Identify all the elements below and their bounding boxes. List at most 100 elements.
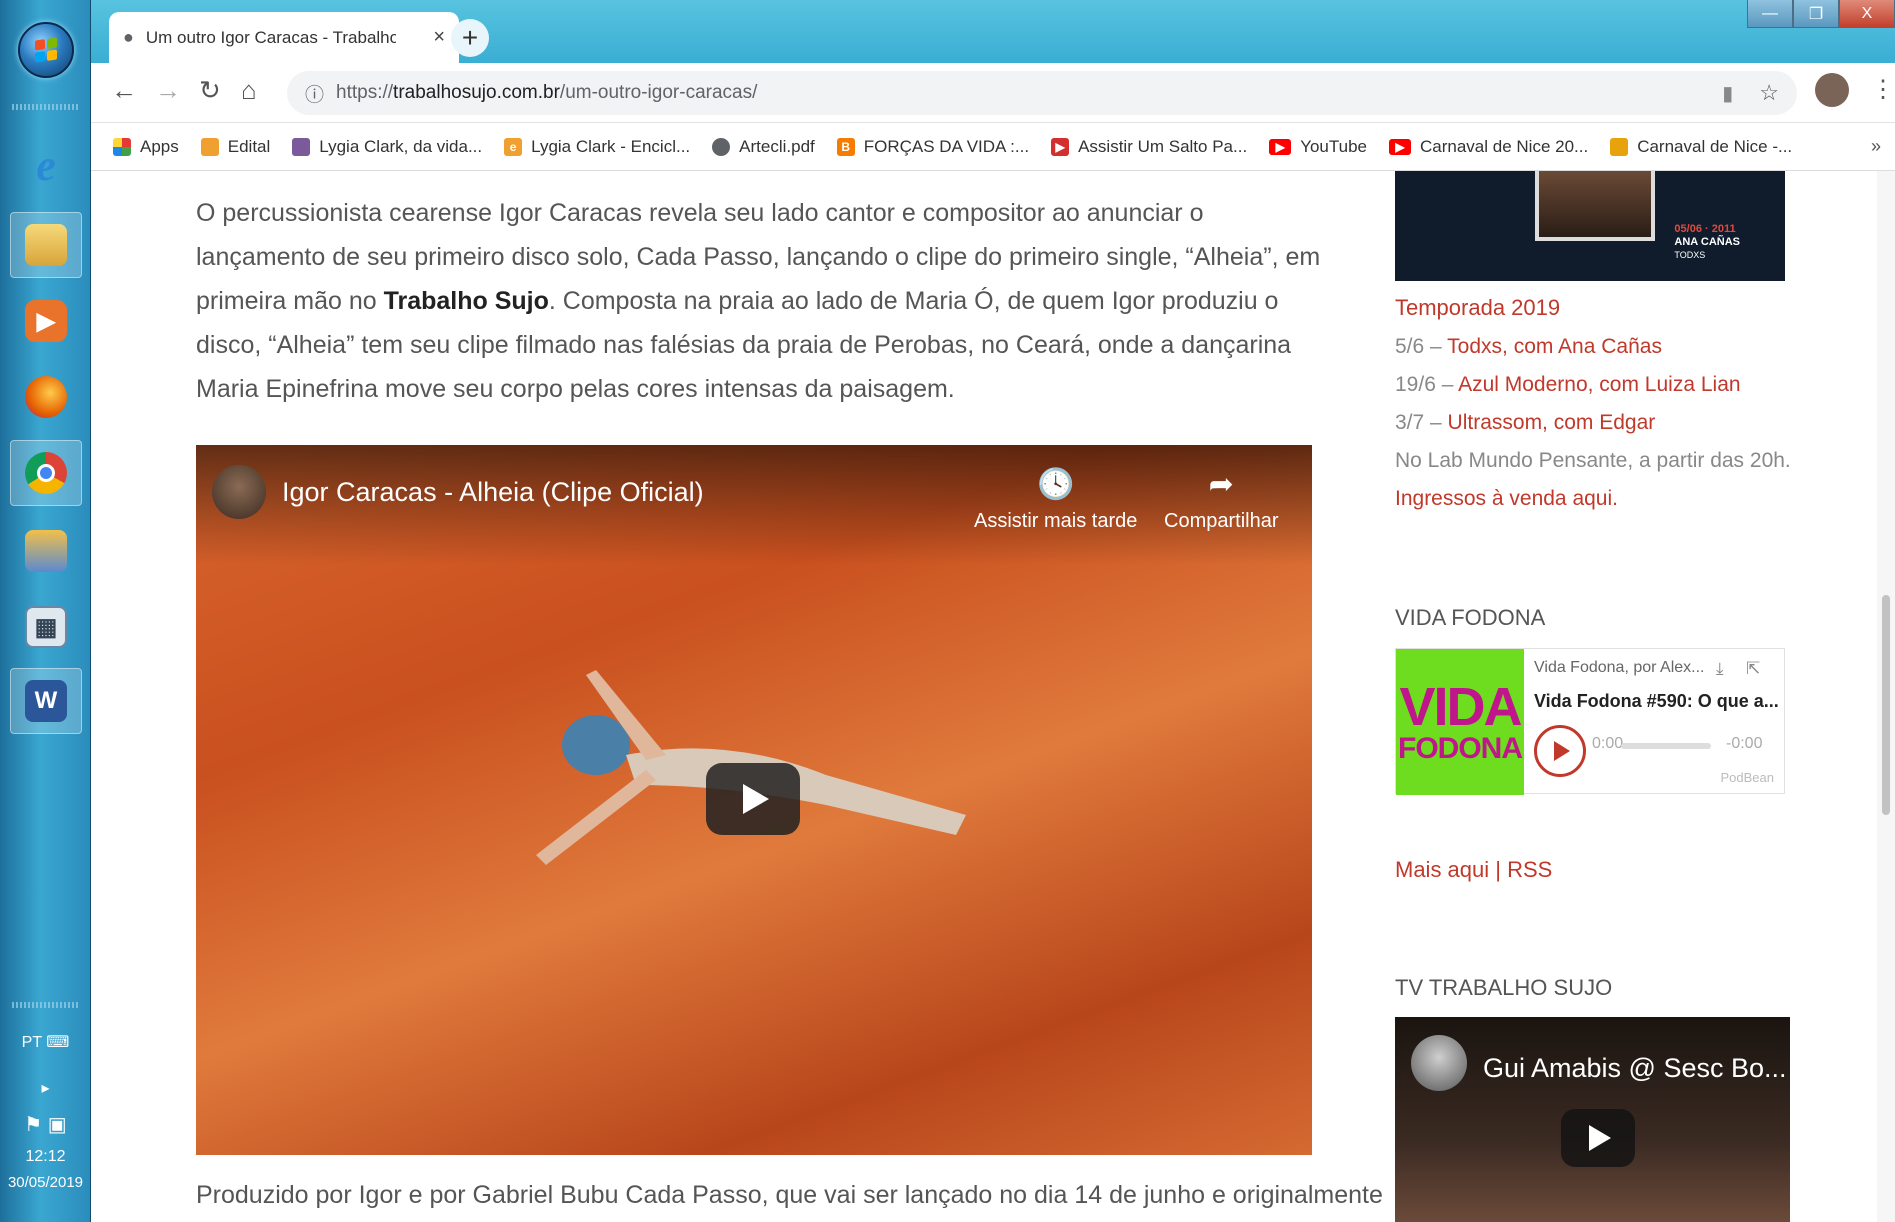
share-arrow-icon: ➦: [1208, 468, 1234, 501]
firefox-icon[interactable]: [10, 364, 82, 430]
podbean-brand[interactable]: PodBean: [1721, 770, 1775, 785]
carnival-icon: [1610, 137, 1629, 156]
podcast-show[interactable]: Vida Fodona, por Alex...: [1534, 659, 1704, 677]
youtube-icon: ▶: [1389, 138, 1411, 155]
channel-avatar[interactable]: [1411, 1035, 1467, 1091]
article-paragraph-2: Produzido por Igor e por Gabriel Bubu Ca…: [196, 1181, 1383, 1209]
clock-time[interactable]: 12:12: [0, 1148, 91, 1166]
minimize-button[interactable]: —: [1747, 0, 1793, 28]
tab-strip: ● Um outro Igor Caracas - Trabalho Sujo …: [91, 0, 1895, 63]
edital-icon: [200, 137, 219, 156]
watch-later-button[interactable]: 🕓 Assistir mais tarde: [974, 467, 1137, 533]
bookmark-item[interactable]: e Lygia Clark - Encicl...: [504, 137, 690, 157]
clock-date[interactable]: 30/05/2019: [0, 1174, 91, 1191]
start-button[interactable]: [18, 22, 74, 78]
back-icon[interactable]: ←: [111, 75, 137, 106]
close-tab-icon[interactable]: ×: [433, 26, 445, 49]
clock-icon: 🕓: [1037, 468, 1075, 501]
season-date: 3/7 –: [1395, 411, 1448, 434]
season-item: 5/6 – Todxs, com Ana Cañas: [1395, 335, 1662, 359]
article-body: O percussionista cearense Igor Caracas r…: [196, 191, 1326, 411]
share-icon[interactable]: ⇱: [1746, 659, 1760, 679]
forward-icon[interactable]: →: [155, 75, 181, 106]
season-link[interactable]: Azul Moderno, com Luiza Lian: [1458, 373, 1741, 396]
bookmark-item[interactable]: ▶ Assistir Um Salto Pa...: [1051, 137, 1247, 157]
season-note: No Lab Mundo Pensante, a partir das 20h.: [1395, 449, 1791, 472]
calculator-icon[interactable]: ▦: [10, 594, 82, 660]
youtube-embed[interactable]: Igor Caracas - Alheia (Clipe Oficial) 🕓 A…: [196, 445, 1312, 1155]
bookmark-label: Apps: [140, 136, 179, 156]
windows-logo-icon: [35, 37, 57, 63]
language-indicator[interactable]: PT ⌨: [0, 1032, 91, 1052]
poster-photo: [1535, 171, 1655, 241]
tv-video-title[interactable]: Gui Amabis @ Sesc Bo...: [1483, 1053, 1787, 1084]
play-button[interactable]: [706, 763, 800, 835]
bookmark-label: Lygia Clark, da vida...: [319, 136, 483, 156]
address-bar[interactable]: ⓘ https://trabalhosujo.com.br/um-outro-i…: [287, 71, 1797, 115]
season-title: Temporada 2019: [1395, 295, 1561, 320]
bookmark-item[interactable]: Carnaval de Nice -...: [1610, 137, 1792, 157]
bookmark-item[interactable]: Apps: [113, 137, 179, 157]
profile-avatar[interactable]: [1815, 73, 1849, 107]
time-end: -0:00: [1726, 735, 1763, 752]
file-explorer-icon[interactable]: [10, 212, 82, 278]
bookmark-item[interactable]: ▶ YouTube: [1269, 137, 1367, 157]
bookmark-label: Lygia Clark - Encicl...: [531, 136, 691, 156]
bookmark-item[interactable]: Lygia Clark, da vida...: [292, 137, 482, 157]
chrome-icon[interactable]: [10, 440, 82, 506]
more-rss-links[interactable]: Mais aqui | RSS: [1395, 857, 1552, 883]
browser-chrome: ● Um outro Igor Caracas - Trabalho Sujo …: [91, 0, 1895, 171]
browser-tab[interactable]: ● Um outro Igor Caracas - Trabalho Sujo …: [109, 12, 459, 63]
ie-icon[interactable]: e: [10, 132, 82, 198]
bookmark-item[interactable]: B FORÇAS DA VIDA :...: [836, 137, 1029, 157]
play-site-icon: ▶: [1051, 137, 1070, 156]
maximize-button[interactable]: ❐: [1793, 0, 1839, 28]
bookmark-item[interactable]: Edital: [200, 136, 271, 157]
logo-line1: VIDA: [1399, 677, 1522, 737]
season-date: 5/6 –: [1395, 335, 1448, 358]
media-player-icon[interactable]: ▶: [10, 288, 82, 354]
reload-icon[interactable]: ↻: [199, 75, 221, 106]
season-item: 3/7 – Ultrassom, com Edgar: [1395, 411, 1655, 435]
tv-heading: TV TRABALHO SUJO: [1395, 975, 1613, 1000]
podcast-logo[interactable]: VIDA FODONA: [1396, 649, 1524, 795]
bookmark-star-icon[interactable]: ☆: [1759, 80, 1779, 106]
window-controls: — ❐ X: [1747, 0, 1895, 34]
home-icon[interactable]: ⌂: [241, 75, 257, 106]
podcast-play-button[interactable]: [1534, 725, 1586, 777]
tickets-link[interactable]: Ingressos à venda aqui.: [1395, 487, 1618, 511]
download-icon[interactable]: ⤓: [1716, 659, 1724, 679]
show-hidden-icons[interactable]: ▸: [0, 1078, 91, 1098]
share-button[interactable]: ➦ Compartilhar: [1164, 467, 1278, 533]
bookmarks-overflow-icon[interactable]: »: [1871, 136, 1881, 157]
bookmark-label: Carnaval de Nice -...: [1637, 136, 1793, 156]
site-name-strong: Trabalho Sujo: [383, 287, 549, 315]
new-tab-button[interactable]: +: [451, 19, 489, 57]
podcast-episode[interactable]: Vida Fodona #590: O que a...: [1534, 691, 1779, 712]
globe-icon: ●: [123, 27, 134, 47]
event-poster[interactable]: 05/06 · 2011 ANA CAÑAS TODXS: [1395, 171, 1785, 281]
word-icon[interactable]: W: [10, 668, 82, 734]
tv-youtube-embed[interactable]: Gui Amabis @ Sesc Bo...: [1395, 1017, 1790, 1222]
bookmark-item[interactable]: Artecli.pdf: [712, 137, 815, 157]
season-link[interactable]: Todxs, com Ana Cañas: [1447, 335, 1662, 358]
play-icon: [743, 784, 769, 814]
channel-avatar[interactable]: [212, 465, 266, 519]
video-title[interactable]: Igor Caracas - Alheia (Clipe Oficial): [282, 477, 704, 508]
paint-icon[interactable]: [10, 518, 82, 584]
season-item: 19/6 – Azul Moderno, com Luiza Lian: [1395, 373, 1741, 397]
action-center-icon[interactable]: ⚑ ▣: [0, 1112, 91, 1137]
youtube-icon: ▶: [1269, 138, 1292, 155]
extension-icon[interactable]: ▮: [1722, 81, 1733, 106]
scrollbar-thumb[interactable]: [1882, 595, 1890, 815]
info-icon[interactable]: ⓘ: [305, 80, 324, 107]
season-link[interactable]: Ultrassom, com Edgar: [1448, 411, 1656, 434]
bookmark-item[interactable]: ▶ Carnaval de Nice 20...: [1389, 137, 1588, 157]
play-button[interactable]: [1561, 1109, 1635, 1167]
bookmark-label: Edital: [227, 136, 271, 156]
close-window-button[interactable]: X: [1839, 0, 1895, 28]
progress-bar[interactable]: [1621, 743, 1711, 749]
article-paragraph: O percussionista cearense Igor Caracas r…: [196, 191, 1326, 411]
menu-icon[interactable]: ⋮: [1871, 75, 1895, 104]
page-scrollbar[interactable]: [1877, 171, 1895, 1222]
